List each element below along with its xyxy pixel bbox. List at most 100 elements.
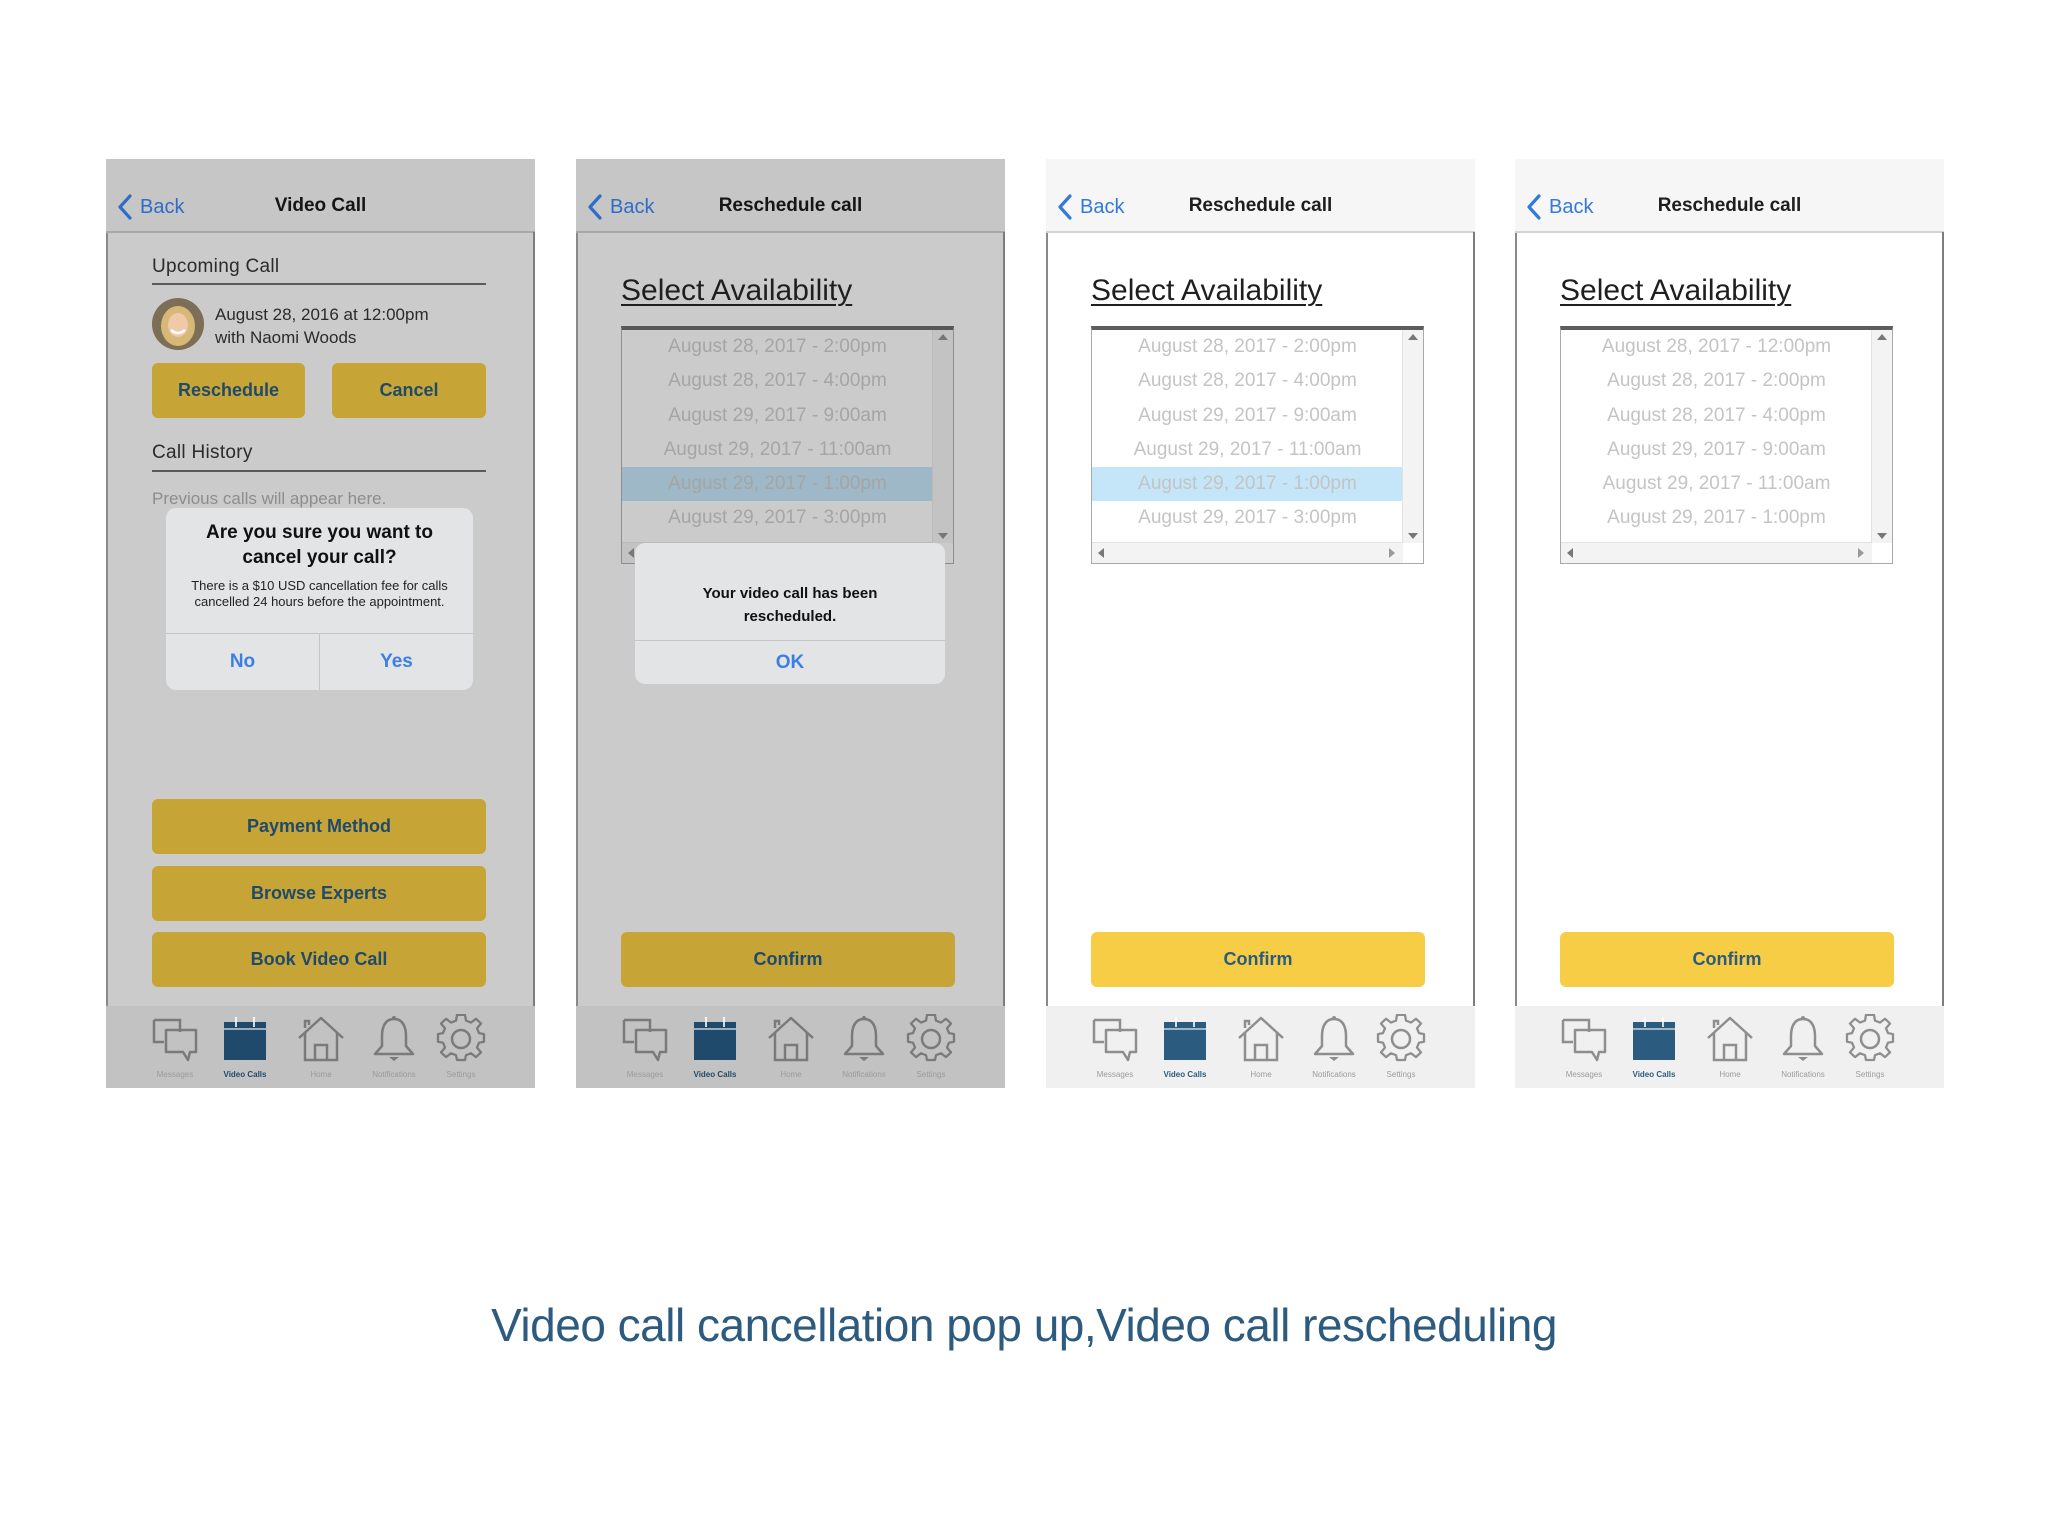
messages-icon — [140, 1014, 210, 1064]
availability-option-selected[interactable]: August 29, 2017 - 1:00pm — [1092, 467, 1403, 502]
tab-home[interactable]: Home — [286, 1014, 356, 1079]
tab-video-calls[interactable]: Video Calls — [680, 1014, 750, 1079]
page-title: Reschedule call — [718, 195, 863, 216]
availability-option[interactable]: August 29, 2017 - 9:00am — [1092, 399, 1403, 433]
horizontal-scrollbar[interactable] — [1561, 542, 1872, 563]
payment-method-button[interactable]: Payment Method — [152, 799, 486, 854]
home-icon — [286, 1014, 356, 1064]
cancel-call-button[interactable]: Cancel — [332, 363, 486, 418]
alert-no-button[interactable]: No — [166, 634, 319, 690]
call-history-empty-text: Previous calls will appear here. — [152, 489, 387, 508]
availability-list[interactable]: August 28, 2017 - 2:00pm August 28, 2017 … — [621, 326, 954, 564]
reschedule-button[interactable]: Reschedule — [152, 363, 305, 418]
alert-title: Are you sure you want to cancel your cal… — [206, 522, 433, 568]
scroll-right-arrow-icon[interactable] — [1858, 548, 1864, 558]
alert-yes-button[interactable]: Yes — [319, 634, 473, 690]
availability-option[interactable]: August 28, 2017 - 2:00pm — [1092, 330, 1403, 364]
page-title: Reschedule call — [1188, 195, 1333, 216]
tab-messages[interactable]: Messages — [1080, 1014, 1150, 1079]
vertical-scrollbar[interactable] — [1871, 330, 1892, 543]
book-video-call-button[interactable]: Book Video Call — [152, 932, 486, 987]
gear-icon — [1835, 1014, 1905, 1064]
availability-option[interactable]: August 29, 2017 - 11:00am — [622, 433, 933, 467]
avatar — [152, 298, 204, 350]
tab-notifications[interactable]: Notifications — [829, 1014, 899, 1079]
tab-notifications[interactable]: Notifications — [359, 1014, 429, 1079]
availability-option[interactable]: August 29, 2017 - 3:00pm — [1092, 501, 1403, 535]
availability-option[interactable]: August 28, 2017 - 4:00pm — [1092, 364, 1403, 398]
screen-border — [533, 232, 535, 1006]
tab-label: Settings — [916, 1070, 946, 1079]
tab-label: Home — [780, 1070, 802, 1079]
availability-option[interactable]: August 29, 2017 - 11:00am — [1092, 433, 1403, 467]
tab-messages[interactable]: Messages — [1549, 1014, 1619, 1079]
tab-home[interactable]: Home — [1695, 1014, 1765, 1079]
tab-settings[interactable]: Settings — [1835, 1014, 1905, 1079]
availability-option[interactable]: August 29, 2017 - 1:00pm — [1561, 501, 1872, 535]
scroll-down-arrow-icon[interactable] — [938, 533, 948, 539]
scroll-down-arrow-icon[interactable] — [1408, 533, 1418, 539]
tab-label: Home — [1719, 1070, 1741, 1079]
bell-icon — [1768, 1014, 1838, 1064]
tab-video-calls[interactable]: Video Calls — [1619, 1014, 1689, 1079]
availability-option[interactable]: August 29, 2017 - 3:00pm — [622, 501, 933, 535]
tab-home[interactable]: Home — [756, 1014, 826, 1079]
horizontal-scrollbar[interactable] — [1092, 542, 1403, 563]
tab-messages[interactable]: Messages — [140, 1014, 210, 1079]
tab-label: Notifications — [1781, 1070, 1825, 1079]
home-icon — [1226, 1014, 1296, 1064]
tab-settings[interactable]: Settings — [1366, 1014, 1436, 1079]
alert-ok-button[interactable]: OK — [635, 641, 945, 684]
availability-option[interactable]: August 29, 2017 - 9:00am — [622, 399, 933, 433]
scroll-left-arrow-icon[interactable] — [1567, 548, 1573, 558]
availability-option[interactable]: August 28, 2017 - 12:00pm — [1561, 330, 1872, 364]
tab-messages[interactable]: Messages — [610, 1014, 680, 1079]
alert-message: There is a $10 USD cancellation fee for … — [191, 578, 448, 609]
tab-label: Settings — [1386, 1070, 1416, 1079]
scroll-up-arrow-icon[interactable] — [1408, 334, 1418, 340]
tab-settings[interactable]: Settings — [896, 1014, 966, 1079]
nav-bar: Back Reschedule call — [1046, 159, 1475, 233]
calendar-icon — [210, 1014, 280, 1064]
gear-icon — [1366, 1014, 1436, 1064]
scroll-up-arrow-icon[interactable] — [938, 334, 948, 340]
tab-home[interactable]: Home — [1226, 1014, 1296, 1079]
tab-notifications[interactable]: Notifications — [1768, 1014, 1838, 1079]
scroll-right-arrow-icon[interactable] — [1389, 548, 1395, 558]
availability-list[interactable]: August 28, 2017 - 12:00pm August 28, 2017… — [1560, 326, 1893, 564]
calendar-icon — [1150, 1014, 1220, 1064]
confirm-button[interactable]: Confirm — [1560, 932, 1894, 987]
vertical-scrollbar[interactable] — [932, 330, 953, 543]
calendar-icon — [680, 1014, 750, 1064]
vertical-scrollbar[interactable] — [1402, 330, 1423, 543]
availability-option[interactable]: August 28, 2017 - 4:00pm — [622, 364, 933, 398]
tab-notifications[interactable]: Notifications — [1299, 1014, 1369, 1079]
scroll-down-arrow-icon[interactable] — [1877, 533, 1887, 539]
browse-experts-button[interactable]: Browse Experts — [152, 866, 486, 921]
tab-settings[interactable]: Settings — [426, 1014, 496, 1079]
availability-rows: August 28, 2017 - 2:00pm August 28, 2017 … — [622, 330, 933, 543]
scroll-left-arrow-icon[interactable] — [1098, 548, 1104, 558]
scroll-up-arrow-icon[interactable] — [1877, 334, 1887, 340]
tab-video-calls[interactable]: Video Calls — [1150, 1014, 1220, 1079]
scroll-left-arrow-icon[interactable] — [628, 548, 634, 558]
screen-video-call: Back Video Call Upcoming Call August 28,… — [106, 159, 535, 1088]
availability-option[interactable]: August 28, 2017 - 2:00pm — [622, 330, 933, 364]
tab-video-calls[interactable]: Video Calls — [210, 1014, 280, 1079]
page-title: Reschedule call — [1657, 195, 1802, 216]
select-availability-heading: Select Availability — [1560, 274, 1792, 307]
screen-border — [1942, 232, 1944, 1006]
availability-option[interactable]: August 28, 2017 - 2:00pm — [1561, 364, 1872, 398]
messages-icon — [610, 1014, 680, 1064]
screen-border — [106, 159, 108, 1088]
availability-option[interactable]: August 29, 2017 - 9:00am — [1561, 433, 1872, 467]
upcoming-call-date: August 28, 2016 at 12:00pm — [215, 305, 429, 324]
availability-option[interactable]: August 28, 2017 - 4:00pm — [1561, 399, 1872, 433]
screen-border — [1046, 159, 1048, 1006]
availability-list[interactable]: August 28, 2017 - 2:00pm August 28, 2017 … — [1091, 326, 1424, 564]
confirm-button[interactable]: Confirm — [621, 932, 955, 987]
availability-option-selected[interactable]: August 29, 2017 - 1:00pm — [622, 467, 933, 502]
page-title: Video Call — [274, 195, 367, 216]
confirm-button[interactable]: Confirm — [1091, 932, 1425, 987]
availability-option[interactable]: August 29, 2017 - 11:00am — [1561, 467, 1872, 501]
